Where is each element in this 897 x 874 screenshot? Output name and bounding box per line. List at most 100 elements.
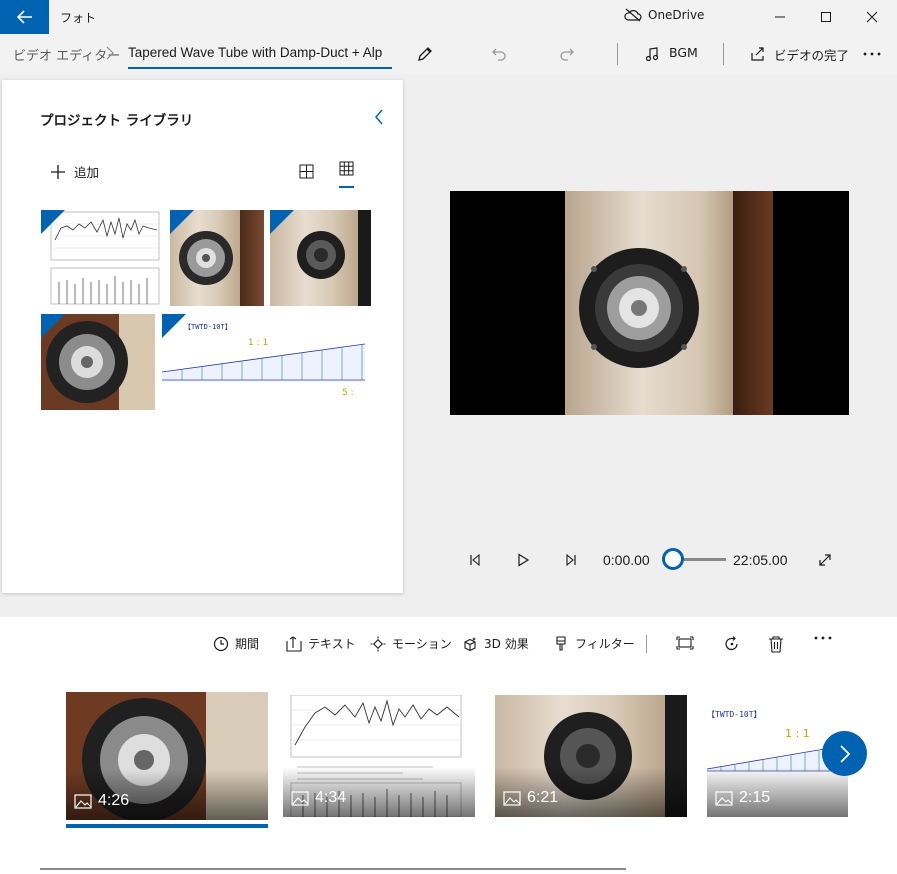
motion-icon <box>370 636 386 651</box>
text-box-icon <box>286 635 302 652</box>
motion-button[interactable]: モーション <box>370 635 452 652</box>
large-grid-view-icon[interactable] <box>299 164 314 179</box>
add-media-button[interactable]: 追加 <box>50 162 99 181</box>
horizontal-scrollbar[interactable] <box>40 868 626 870</box>
project-name-field[interactable]: Tapered Wave Tube with Damp-Duct + Alp <box>128 39 392 69</box>
storyboard: 期間 テキスト モーション 3D 効果 フィルター 4:26 4:34 6:21… <box>0 617 897 874</box>
3d-effects-label: 3D 効果 <box>484 637 529 651</box>
play-icon <box>518 553 530 567</box>
storyboard-divider <box>646 635 647 653</box>
duration-button[interactable]: 期間 <box>213 635 259 652</box>
speaker-driver-image <box>179 231 233 285</box>
library-thumb-speaker-1[interactable] <box>170 210 264 306</box>
clip-duration: 4:26 <box>74 792 129 810</box>
library-title: プロジェクト ライブラリ <box>40 113 194 129</box>
motion-label: モーション <box>392 637 452 651</box>
total-time: 22:05.00 <box>733 552 788 568</box>
selected-clip-indicator <box>66 824 268 828</box>
undo-button[interactable] <box>488 43 510 65</box>
collapse-chevron-icon[interactable] <box>372 106 386 128</box>
previous-frame-button[interactable] <box>465 550 485 570</box>
clip-duration: 2:15 <box>715 789 770 807</box>
image-icon <box>291 790 309 806</box>
rename-button[interactable] <box>414 43 436 65</box>
tube-diagram-image <box>162 343 365 382</box>
image-icon <box>715 790 733 806</box>
clip-duration: 4:34 <box>291 789 346 807</box>
undo-icon <box>492 48 506 61</box>
current-time: 0:00.00 <box>603 552 650 568</box>
step-forward-icon <box>566 553 576 567</box>
bgm-button[interactable]: BGM <box>669 45 698 60</box>
minimize-button[interactable] <box>757 0 803 34</box>
cube-effects-icon <box>464 636 476 651</box>
toolbar-divider <box>723 43 724 65</box>
close-button[interactable] <box>849 0 895 34</box>
share-export-icon <box>751 47 764 61</box>
maximize-icon <box>821 12 831 22</box>
redo-button[interactable] <box>556 43 578 65</box>
title-bar: フォト OneDrive <box>0 0 897 34</box>
text-button[interactable]: テキスト <box>286 635 356 652</box>
selected-corner-marker <box>41 210 65 234</box>
3d-effects-button[interactable]: 3D 効果 <box>462 635 529 652</box>
clip-duration-label: 2:15 <box>739 789 771 806</box>
command-bar: ビデオ エディター Tapered Wave Tube with Damp-Du… <box>0 34 897 74</box>
small-grid-view-button[interactable] <box>339 161 354 188</box>
scroll-next-button[interactable] <box>822 731 867 776</box>
more-dots-icon <box>814 636 832 640</box>
trash-icon <box>769 636 783 653</box>
small-grid-view-icon <box>339 161 354 176</box>
storyboard-more-button[interactable] <box>813 635 833 641</box>
finish-icon-wrap[interactable] <box>747 43 769 65</box>
step-back-icon <box>470 553 480 567</box>
redo-icon <box>560 48 574 61</box>
delete-button[interactable] <box>768 635 784 653</box>
onedrive-status[interactable]: OneDrive <box>624 8 704 22</box>
clip-duration-label: 4:34 <box>315 789 347 806</box>
onedrive-label: OneDrive <box>648 8 705 22</box>
finish-video-button[interactable]: ビデオの完了 <box>774 45 849 64</box>
close-icon <box>866 11 878 23</box>
diagram-ratio-2: 5 : <box>342 388 354 398</box>
rotate-button[interactable] <box>723 635 741 653</box>
storyboard-clip[interactable]: 4:34 <box>283 695 475 817</box>
cloud-off-icon <box>624 8 642 22</box>
bgm-icon-wrap[interactable] <box>641 43 663 65</box>
add-label: 追加 <box>74 165 100 180</box>
minimize-icon <box>775 16 785 18</box>
more-options-button[interactable] <box>861 43 883 65</box>
back-arrow-icon <box>16 10 32 24</box>
fullscreen-button[interactable] <box>815 550 835 570</box>
chevron-right-icon <box>106 46 114 60</box>
image-icon <box>74 793 92 809</box>
library-thumb-diagram[interactable]: 【TWTD-10T】 1 : 1 5 : <box>162 314 365 410</box>
diagram-title: 【TWTD-10T】 <box>707 710 762 719</box>
crop-resize-button[interactable] <box>676 635 694 651</box>
selected-corner-marker <box>162 314 186 338</box>
clock-icon <box>213 636 229 651</box>
plus-icon <box>51 164 65 179</box>
back-button[interactable] <box>0 0 49 34</box>
library-thumb-speaker-2[interactable] <box>270 210 371 306</box>
storyboard-clip[interactable]: 4:26 <box>66 692 268 820</box>
music-note-icon <box>645 47 659 62</box>
maximize-button[interactable] <box>803 0 849 34</box>
filters-label: フィルター <box>575 637 635 651</box>
image-icon <box>503 790 521 806</box>
filters-button[interactable]: フィルター <box>553 635 635 652</box>
play-button[interactable] <box>513 550 533 570</box>
seek-thumb[interactable] <box>662 548 684 570</box>
library-thumb-speaker-3[interactable] <box>41 314 155 410</box>
diagram-title: 【TWTD-10T】 <box>184 323 232 331</box>
expand-icon <box>819 554 831 566</box>
duration-label: 期間 <box>235 637 260 651</box>
project-library-panel: プロジェクト ライブラリ 追加 【TWTD-10T】 1: 1 5: <box>2 80 403 593</box>
video-preview[interactable] <box>450 191 849 415</box>
selected-corner-marker <box>170 210 194 234</box>
storyboard-clip[interactable]: 6:21 <box>495 695 687 817</box>
chevron-right-icon <box>839 744 850 763</box>
next-frame-button[interactable] <box>561 550 581 570</box>
speaker-driver-image <box>297 231 345 279</box>
library-thumb-graph[interactable] <box>41 210 164 306</box>
